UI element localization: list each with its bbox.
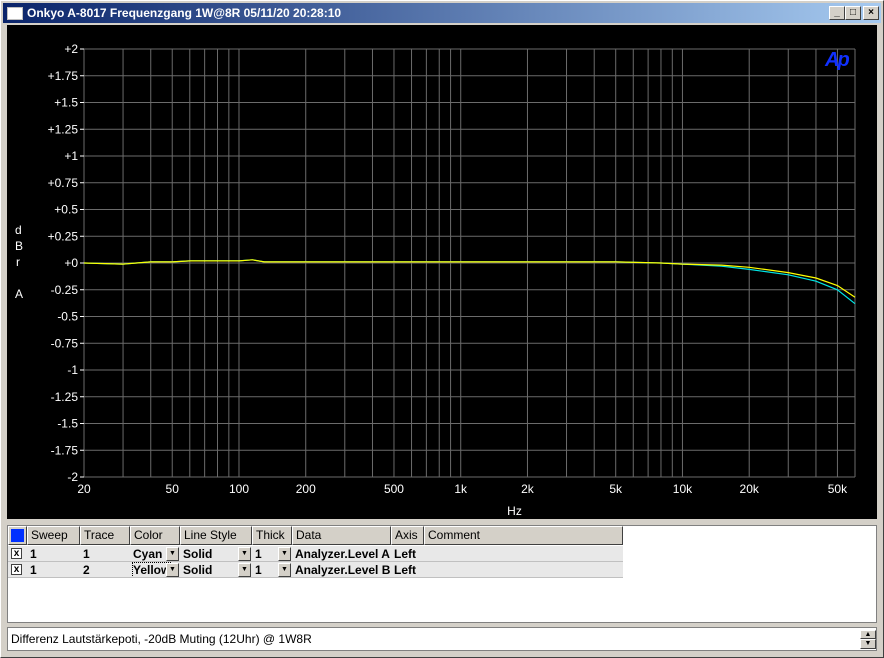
row-checkbox[interactable]: x — [11, 564, 22, 575]
cell-thick[interactable]: 1 ▼ — [252, 562, 292, 578]
cell-comment[interactable] — [424, 546, 623, 562]
cell-sweep[interactable]: 1 — [27, 546, 80, 562]
cell-line-style[interactable]: Solid ▼ — [180, 562, 252, 578]
main-window: Onkyo A-8017 Frequenzgang 1W@8R 05/11/20… — [0, 0, 884, 658]
table-row[interactable]: x 1 1 Cyan ▼ Solid ▼ 1 ▼ Analyzer.Level A L… — [8, 546, 623, 562]
x-tick-label: 10k — [673, 482, 693, 496]
cell-trace[interactable]: 2 — [80, 562, 130, 578]
cell-thick[interactable]: 1 ▼ — [252, 546, 292, 562]
series-line-2 — [83, 259, 856, 298]
y-tick-label: +1 — [64, 149, 78, 163]
y-tick-label: -1.25 — [51, 390, 79, 404]
cell-data[interactable]: Analyzer.Level B — [292, 562, 391, 578]
cell-comment[interactable] — [424, 562, 623, 578]
cell-line-style[interactable]: Solid ▼ — [180, 546, 252, 562]
maximize-icon[interactable]: □ — [845, 6, 861, 20]
chevron-down-icon[interactable]: ▼ — [238, 563, 251, 577]
chevron-down-icon[interactable]: ▼ — [238, 547, 251, 561]
cell-color-value: Yellow — [131, 562, 172, 577]
cell-color[interactable]: Yellow ▼ — [130, 562, 180, 578]
cell-axis[interactable]: Left — [391, 546, 424, 562]
col-header-trace[interactable]: Trace — [80, 526, 130, 545]
color-swatch-icon — [11, 529, 24, 542]
y-tick-label: -0.5 — [57, 310, 78, 324]
cell-thick-value: 1 — [255, 563, 262, 577]
col-header-thick[interactable]: Thick — [252, 526, 292, 545]
x-tick-label: 5k — [609, 482, 623, 496]
y-tick-label: +2 — [64, 42, 78, 56]
y-tick-label: +1.5 — [54, 96, 78, 110]
cell-data[interactable]: Analyzer.Level A — [292, 546, 391, 562]
row-checkbox[interactable]: x — [11, 548, 22, 559]
comment-text[interactable]: Differenz Lautstärkepoti, -20dB Muting (… — [11, 632, 312, 646]
y-axis-label-a: A — [15, 287, 24, 301]
y-tick-label: -0.75 — [51, 336, 79, 350]
cell-line-style-value: Solid — [183, 547, 213, 561]
y-tick-label: -0.25 — [51, 283, 79, 297]
frequency-response-chart[interactable]: +2 +1.75 +1.5 +1.25 +1 +0.75 +0.5 +0.25 +0 -0.25 -… — [7, 25, 877, 519]
chevron-down-icon[interactable]: ▼ — [166, 563, 179, 577]
col-header-data[interactable]: Data — [292, 526, 391, 545]
x-tick-label: 500 — [384, 482, 404, 496]
cell-color[interactable]: Cyan ▼ — [130, 546, 180, 562]
cell-color-value: Cyan — [133, 547, 163, 561]
window-title: Onkyo A-8017 Frequenzgang 1W@8R 05/11/20… — [27, 6, 342, 20]
trace-table[interactable]: Sweep Trace Color Line Style Thick Data … — [7, 525, 877, 623]
close-icon[interactable]: × — [863, 6, 879, 20]
y-tick-label: +0.5 — [54, 203, 78, 217]
cell-line-style-value: Solid — [183, 563, 213, 577]
y-tick-label: +0 — [64, 256, 78, 270]
x-tick-label: 100 — [229, 482, 249, 496]
scroll-down-icon[interactable]: ▼ — [860, 639, 876, 649]
x-axis-label: Hz — [507, 504, 522, 518]
app-icon — [7, 7, 23, 20]
x-tick-label: 20k — [740, 482, 760, 496]
graph-panel[interactable]: +2 +1.75 +1.5 +1.25 +1 +0.75 +0.5 +0.25 +0 -0.25 -… — [7, 25, 877, 519]
ap-logo: Ap — [825, 49, 850, 71]
x-tick-label: 200 — [296, 482, 316, 496]
chevron-down-icon[interactable]: ▼ — [166, 547, 179, 561]
y-tick-label: +0.25 — [48, 229, 79, 243]
chevron-down-icon[interactable]: ▼ — [278, 563, 291, 577]
col-header-line-style[interactable]: Line Style — [180, 526, 252, 545]
x-tick-label: 2k — [521, 482, 535, 496]
y-tick-label: +1.75 — [48, 69, 79, 83]
x-tick-label: 50k — [828, 482, 848, 496]
x-tick-label: 1k — [454, 482, 468, 496]
cell-sweep[interactable]: 1 — [27, 562, 80, 578]
y-tick-label: +0.75 — [48, 176, 79, 190]
col-header-axis[interactable]: Axis — [391, 526, 424, 545]
col-header-color[interactable]: Color — [130, 526, 180, 545]
table-corner[interactable] — [8, 526, 27, 545]
y-tick-label: -1.5 — [57, 417, 78, 431]
chevron-down-icon[interactable]: ▼ — [278, 547, 291, 561]
scroll-up-icon[interactable]: ▲ — [860, 630, 876, 639]
cell-axis[interactable]: Left — [391, 562, 424, 578]
cell-thick-value: 1 — [255, 547, 262, 561]
comment-field[interactable]: Differenz Lautstärkepoti, -20dB Muting (… — [7, 627, 877, 651]
y-axis-label-b: B — [15, 239, 24, 253]
minimize-icon[interactable]: _ — [829, 6, 845, 20]
x-tick-label: 50 — [166, 482, 180, 496]
col-header-comment[interactable]: Comment — [424, 526, 623, 545]
cell-trace[interactable]: 1 — [80, 546, 130, 562]
y-axis-label-r: r — [16, 255, 20, 269]
y-tick-label: +1.25 — [48, 122, 79, 136]
x-tick-label: 20 — [77, 482, 91, 496]
y-tick-label: -1.75 — [51, 443, 79, 457]
title-bar[interactable]: Onkyo A-8017 Frequenzgang 1W@8R 05/11/20… — [3, 3, 881, 23]
col-header-sweep[interactable]: Sweep — [27, 526, 80, 545]
table-row[interactable]: x 1 2 Yellow ▼ Solid ▼ 1 ▼ Analyzer.Level B… — [8, 562, 623, 578]
y-axis-label-d: d — [15, 223, 22, 237]
y-tick-label: -1 — [67, 363, 78, 377]
